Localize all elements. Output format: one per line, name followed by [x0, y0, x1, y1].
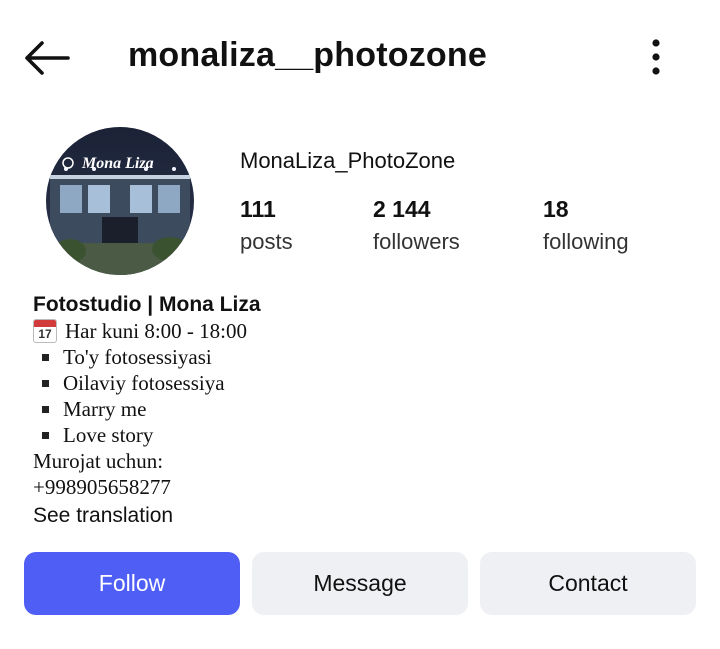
profile-bio: Fotostudio | Mona Liza 17 Har kuni 8:00 …: [33, 292, 693, 530]
following-stat[interactable]: 18 following: [543, 196, 629, 255]
profile-avatar[interactable]: Mona Liza: [46, 127, 194, 275]
svg-text:Mona Liza: Mona Liza: [81, 155, 154, 172]
profile-username: monaliza__photozone: [128, 36, 487, 74]
follow-button[interactable]: Follow: [24, 552, 240, 615]
bio-hours-row: 17 Har kuni 8:00 - 18:00: [33, 318, 693, 344]
bullet-icon: [42, 431, 49, 439]
bio-contact-label: Murojat uchun:: [33, 449, 164, 473]
followers-stat[interactable]: 2 144 followers: [373, 196, 460, 255]
contact-button[interactable]: Contact: [480, 552, 696, 615]
calendar-icon: 17: [33, 319, 57, 343]
bullet-icon: [42, 379, 49, 387]
bullet-icon: [42, 405, 49, 413]
following-label: following: [543, 229, 629, 254]
followers-label: followers: [373, 229, 460, 254]
bio-service-item: Oilaviy fotosessiya: [33, 370, 693, 396]
bio-phone[interactable]: +998905658277: [33, 474, 693, 500]
posts-label: posts: [240, 229, 293, 254]
following-count: 18: [543, 196, 569, 222]
bio-service-item: To'y fotosessiyasi: [33, 344, 693, 370]
followers-count: 2 144: [373, 196, 431, 222]
bio-hours: Har kuni 8:00 - 18:00: [65, 319, 247, 343]
more-vertical-icon[interactable]: [640, 36, 672, 80]
profile-display-name: MonaLiza_PhotoZone: [240, 148, 456, 173]
bullet-icon: [42, 353, 49, 361]
message-button[interactable]: Message: [252, 552, 468, 615]
bio-service-item: Marry me: [33, 396, 693, 422]
back-arrow-icon[interactable]: [22, 38, 72, 78]
posts-count: 111: [240, 196, 276, 222]
bio-name: Fotostudio | Mona Liza: [33, 293, 261, 316]
posts-stat[interactable]: 111 posts: [240, 196, 293, 255]
top-bar: monaliza__photozone: [0, 0, 720, 115]
bio-service-item: Love story: [33, 422, 693, 448]
see-translation-link[interactable]: See translation: [33, 502, 693, 530]
